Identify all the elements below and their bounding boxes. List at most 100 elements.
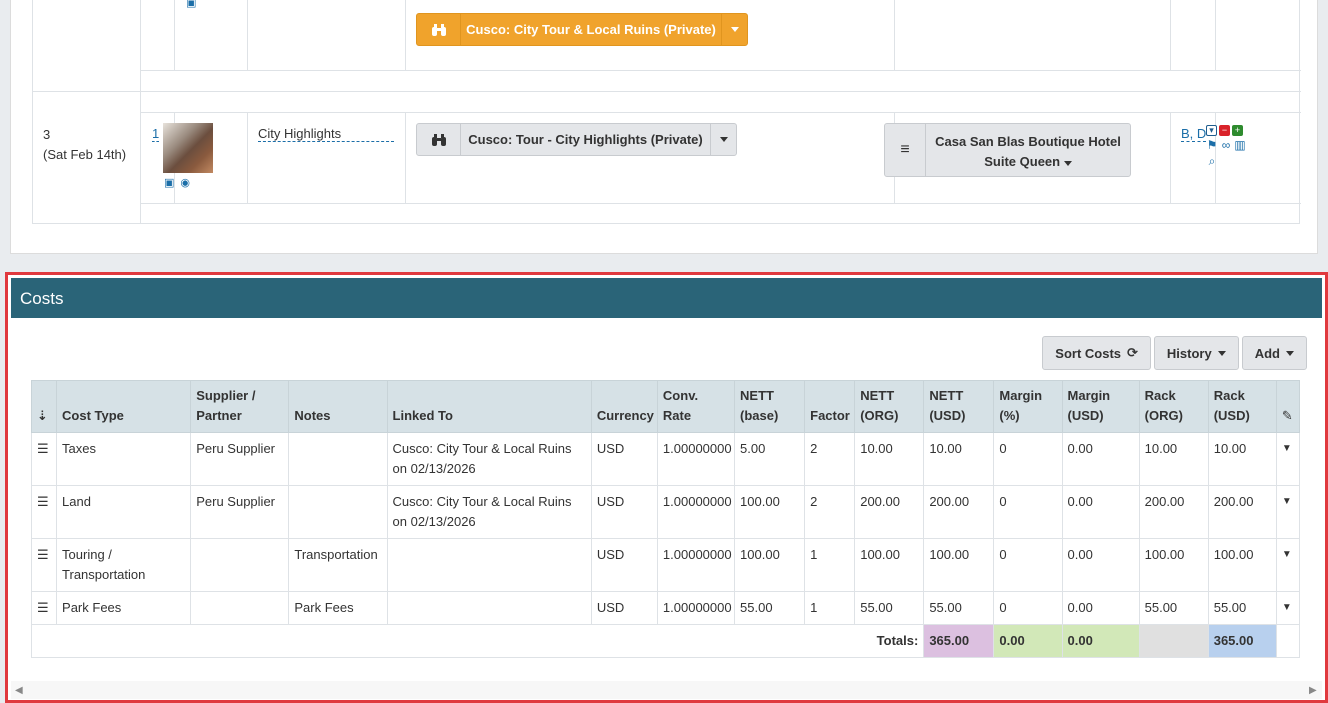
cell-nett-usd: 10.00 [923, 432, 995, 486]
row-action-icons: ▾ − + ⚑ ∞ ▥ ⌕ [1206, 125, 1246, 169]
cell-cost-type: Taxes [56, 432, 192, 486]
cell-factor: 1 [804, 538, 856, 592]
activity-name-link[interactable]: City Highlights [258, 126, 394, 142]
col-linked-to[interactable]: Linked To [386, 380, 592, 433]
cell-currency: USD [590, 591, 658, 625]
flag-icon[interactable]: ⚑ [1206, 138, 1218, 152]
refresh-icon: ⟳ [1127, 345, 1138, 360]
add-icon[interactable]: + [1232, 125, 1243, 136]
cell-linked-to: Cusco: City Tour & Local Ruins on 02/13/… [386, 432, 592, 486]
history-button[interactable]: History [1153, 336, 1239, 370]
cell-nett-org: 10.00 [854, 432, 925, 486]
col-cost-type[interactable]: Cost Type [56, 380, 192, 433]
search-icon[interactable]: ⌕ [1206, 154, 1218, 169]
cell-factor: 1 [804, 591, 856, 625]
building-icon[interactable]: ▥ [1234, 138, 1246, 152]
col-rack-org[interactable]: Rack (ORG) [1138, 380, 1209, 433]
cell-currency: USD [590, 485, 658, 539]
col-factor[interactable]: Factor [804, 380, 856, 433]
sort-order-icon[interactable]: ⇣ [30, 380, 58, 433]
sort-costs-button[interactable]: Sort Costs ⟳ [1042, 336, 1151, 370]
remove-icon[interactable]: − [1219, 125, 1230, 136]
chevron-down-icon [1063, 161, 1072, 166]
totals-label: Totals: [30, 624, 925, 658]
table-row[interactable]: ☰ Touring / Transportation Transportatio… [30, 538, 1301, 592]
list-icon[interactable]: ☰ [30, 538, 58, 592]
service-button-city-tour[interactable]: Cusco: City Tour & Local Ruins (Private) [416, 13, 748, 46]
chevron-down-icon [1286, 350, 1294, 356]
col-margin-pct[interactable]: Margin (%) [993, 380, 1063, 433]
sort-costs-label: Sort Costs [1055, 345, 1122, 361]
cell-factor: 2 [804, 432, 856, 486]
row-dropdown-icon[interactable]: ▼ [1275, 485, 1301, 539]
history-label: History [1166, 345, 1212, 361]
binoculars-icon [417, 124, 460, 155]
col-conv-rate[interactable]: Conv. Rate [656, 380, 736, 433]
cell-margin-usd: 0.00 [1061, 432, 1140, 486]
cell-margin-pct: 0 [993, 591, 1063, 625]
horizontal-scrollbar[interactable] [11, 681, 1322, 699]
service-label: Cusco: Tour - City Highlights (Private) [460, 124, 710, 155]
list-icon[interactable]: ☰ [30, 432, 58, 486]
day-number: 3 [43, 127, 51, 142]
col-nett-org[interactable]: NETT (ORG) [854, 380, 925, 433]
total-rack-org [1138, 624, 1209, 658]
cell-supplier: Peru Supplier [190, 485, 290, 539]
cell-nett-usd: 100.00 [923, 538, 995, 592]
binoculars-icon[interactable]: ∞ [1220, 138, 1232, 152]
cell-nett-org: 100.00 [854, 538, 925, 592]
cell-margin-usd: 0.00 [1061, 538, 1140, 592]
col-margin-usd[interactable]: Margin (USD) [1061, 380, 1140, 433]
row-dropdown-icon[interactable]: ▼ [1275, 591, 1301, 625]
col-supplier[interactable]: Supplier / Partner [190, 380, 290, 433]
chevron-down-icon[interactable] [710, 124, 736, 155]
cell-nett-base: 5.00 [734, 432, 806, 486]
cell-supplier: Peru Supplier [190, 432, 290, 486]
table-row[interactable]: ☰ Land Peru Supplier Cusco: City Tour & … [30, 485, 1301, 539]
cell-conv-rate: 1.00000000 [656, 538, 736, 592]
costs-panel: Costs Sort Costs ⟳ History Add ⇣ Cost Ty… [5, 272, 1328, 703]
service-button-city-highlights[interactable]: Cusco: Tour - City Highlights (Private) [416, 123, 737, 156]
col-notes[interactable]: Notes [288, 380, 388, 433]
table-row[interactable]: ☰ Taxes Peru Supplier Cusco: City Tour &… [30, 432, 1301, 486]
hotel-button[interactable]: ≡ Casa San Blas Boutique Hotel Suite Que… [884, 123, 1131, 177]
cell-nett-usd: 55.00 [923, 591, 995, 625]
scroll-right-icon[interactable]: ▶ [1309, 685, 1317, 696]
table-row[interactable]: ☰ Park Fees Park Fees USD 1.00000000 55.… [30, 591, 1301, 625]
cell-rack-org: 100.00 [1138, 538, 1209, 592]
hamburger-icon[interactable]: ≡ [885, 124, 926, 176]
activity-thumbnail[interactable] [163, 123, 213, 173]
collapse-icon[interactable]: ▾ [1206, 125, 1217, 136]
itinerary-table: ▣ Cusco: City Tour & Local Ruins (Privat… [32, 0, 1301, 224]
day-date: (Sat Feb 14th) [43, 147, 127, 162]
cell-supplier [190, 538, 290, 592]
col-currency[interactable]: Currency [590, 380, 658, 433]
costs-toolbar: Sort Costs ⟳ History Add [1042, 336, 1307, 370]
thumbnail-actions: ▣ ◉ [164, 176, 190, 189]
cell-rack-org: 200.00 [1138, 485, 1209, 539]
hotel-name: Casa San Blas Boutique Hotel Suite Queen [926, 124, 1130, 176]
edit-pencil-icon[interactable]: ✎ [1275, 380, 1301, 433]
eye-slash-icon[interactable]: ◉ [180, 176, 190, 189]
col-nett-base[interactable]: NETT (base) [734, 380, 806, 433]
hotel-line-2: Suite Queen [984, 154, 1061, 169]
cell-margin-pct: 0 [993, 432, 1063, 486]
sequence-link[interactable]: 1 [152, 126, 160, 142]
cell-linked-to: Cusco: City Tour & Local Ruins on 02/13/… [386, 485, 592, 539]
cell-margin-usd: 0.00 [1061, 485, 1140, 539]
cell-rack-usd: 10.00 [1207, 432, 1277, 486]
add-button[interactable]: Add [1241, 336, 1307, 370]
col-nett-usd[interactable]: NETT (USD) [923, 380, 995, 433]
list-icon[interactable]: ☰ [30, 485, 58, 539]
image-icon[interactable]: ▣ [186, 0, 196, 9]
row-dropdown-icon[interactable]: ▼ [1275, 538, 1301, 592]
row-dropdown-icon[interactable]: ▼ [1275, 432, 1301, 486]
guests-link[interactable]: B, D [1181, 126, 1207, 142]
chevron-down-icon[interactable] [721, 14, 747, 45]
cell-factor: 2 [804, 485, 856, 539]
col-rack-usd[interactable]: Rack (USD) [1207, 380, 1277, 433]
scroll-left-icon[interactable]: ◀ [15, 685, 23, 696]
image-icon[interactable]: ▣ [164, 176, 174, 189]
list-icon[interactable]: ☰ [30, 591, 58, 625]
cell-conv-rate: 1.00000000 [656, 591, 736, 625]
